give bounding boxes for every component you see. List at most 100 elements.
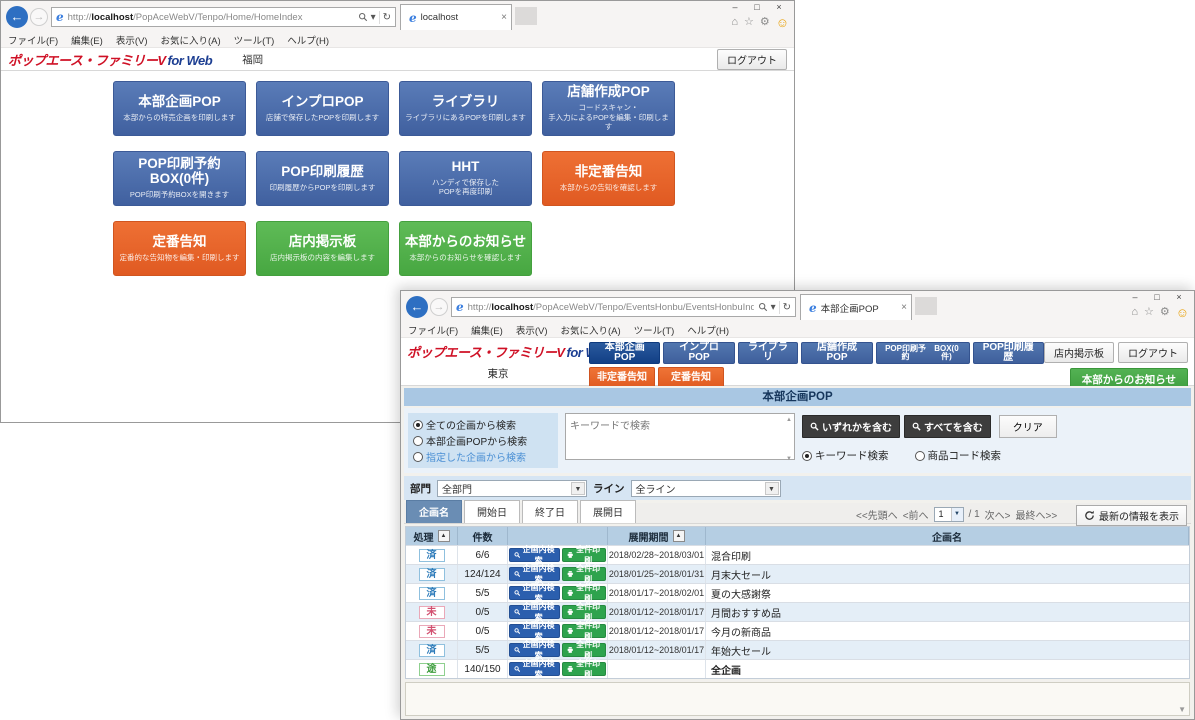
- print-all-button[interactable]: 全件印刷: [562, 605, 606, 619]
- radio-option[interactable]: 指定した企画から検索: [413, 449, 553, 464]
- radio-option[interactable]: 商品コード検索: [915, 448, 1002, 463]
- print-all-button[interactable]: 全件印刷: [562, 662, 606, 676]
- new-tab-button[interactable]: [515, 7, 537, 25]
- menu-item[interactable]: お気に入り(A): [560, 323, 620, 337]
- page-first-link[interactable]: <<先頭へ: [856, 507, 898, 522]
- nav-button[interactable]: POP印刷予約BOX(0件): [876, 342, 970, 364]
- forward-button[interactable]: →: [430, 298, 448, 316]
- store-board-button[interactable]: 店内掲示板: [1044, 342, 1114, 363]
- scroll-down-icon[interactable]: ▼: [1178, 705, 1186, 714]
- maximize-button[interactable]: □: [746, 1, 768, 14]
- page-prev-link[interactable]: <前へ: [903, 507, 929, 522]
- nav-button[interactable]: 店舗作成POP: [801, 342, 872, 364]
- status-badge[interactable]: 済: [419, 587, 445, 600]
- radio-option[interactable]: 本部企画POPから検索: [413, 433, 553, 448]
- menu-tile[interactable]: 店内掲示板店内掲示板の内容を編集します: [256, 221, 389, 276]
- line-select[interactable]: 全ライン▼: [631, 480, 781, 497]
- status-badge[interactable]: 済: [419, 549, 445, 562]
- new-tab-button[interactable]: [915, 297, 937, 315]
- favorites-star-icon[interactable]: ☆: [1144, 307, 1154, 318]
- menu-item[interactable]: ツール(T): [234, 33, 275, 47]
- sort-status-button[interactable]: ▲: [438, 530, 450, 542]
- sort-period-button[interactable]: ▲: [673, 530, 685, 542]
- search-in-event-button[interactable]: 企画内検索: [509, 548, 560, 562]
- nav-button[interactable]: インプロPOP: [663, 342, 734, 364]
- sort-tab[interactable]: 展開日: [580, 500, 636, 523]
- print-all-button[interactable]: 全件印刷: [562, 586, 606, 600]
- menu-tile[interactable]: POP印刷履歴印刷履歴からPOPを印刷します: [256, 151, 389, 206]
- clear-button[interactable]: クリア: [999, 415, 1057, 438]
- search-in-event-button[interactable]: 企画内検索: [509, 624, 560, 638]
- address-bar[interactable]: e http://localhost/PopAceWebV/Tenpo/Home…: [51, 7, 396, 27]
- print-all-button[interactable]: 全件印刷: [562, 624, 606, 638]
- menu-tile[interactable]: ライブラリライブラリにあるPOPを印刷します: [399, 81, 532, 136]
- print-all-button[interactable]: 全件印刷: [562, 548, 606, 562]
- menu-tile[interactable]: 非定番告知本部からの告知を確認します: [542, 151, 675, 206]
- browser-tab[interactable]: e 本部企画POP ×: [800, 294, 912, 320]
- page-last-link[interactable]: 最終へ>>: [1016, 507, 1058, 522]
- logout-button[interactable]: ログアウト: [1118, 342, 1188, 363]
- settings-gear-icon[interactable]: ⚙: [1160, 307, 1170, 318]
- forward-button[interactable]: →: [30, 8, 48, 26]
- menu-item[interactable]: ツール(T): [634, 323, 675, 337]
- menu-item[interactable]: ファイル(F): [408, 323, 458, 337]
- menu-item[interactable]: 編集(E): [471, 323, 503, 337]
- search-in-event-button[interactable]: 企画内検索: [509, 662, 560, 676]
- menu-item[interactable]: 編集(E): [71, 33, 103, 47]
- nav-button[interactable]: 本部企画POP: [589, 342, 660, 364]
- nav-button[interactable]: ライブラリ: [738, 342, 799, 364]
- status-badge[interactable]: 済: [419, 568, 445, 581]
- menu-item[interactable]: ヘルプ(H): [287, 33, 329, 47]
- minimize-button[interactable]: –: [1124, 291, 1146, 304]
- status-badge[interactable]: 途: [419, 663, 445, 676]
- tab-close-icon[interactable]: ×: [901, 302, 907, 313]
- refresh-icon[interactable]: ↻: [383, 12, 391, 23]
- settings-gear-icon[interactable]: ⚙: [760, 17, 770, 28]
- chevron-down-icon[interactable]: ▾: [371, 12, 376, 23]
- print-all-button[interactable]: 全件印刷: [562, 567, 606, 581]
- print-all-button[interactable]: 全件印刷: [562, 643, 606, 657]
- close-button[interactable]: ×: [1168, 291, 1190, 304]
- refresh-list-button[interactable]: 最新の情報を表示: [1076, 505, 1187, 526]
- back-button[interactable]: ←: [6, 6, 28, 28]
- page-select[interactable]: 1▼: [934, 507, 964, 522]
- nav-button[interactable]: POP印刷履歴: [973, 342, 1044, 364]
- menu-item[interactable]: 表示(V): [516, 323, 548, 337]
- sort-tab[interactable]: 終了日: [522, 500, 578, 523]
- feedback-smiley-icon[interactable]: ☺: [1176, 306, 1189, 319]
- back-button[interactable]: ←: [406, 296, 428, 318]
- chevron-down-icon[interactable]: ▾: [771, 302, 776, 313]
- search-in-event-button[interactable]: 企画内検索: [509, 567, 560, 581]
- sort-tab[interactable]: 企画名: [406, 500, 462, 523]
- minimize-button[interactable]: –: [724, 1, 746, 14]
- dept-select[interactable]: 全部門▼: [437, 480, 587, 497]
- page-next-link[interactable]: 次へ>: [985, 507, 1011, 522]
- feedback-smiley-icon[interactable]: ☺: [776, 16, 789, 29]
- search-in-event-button[interactable]: 企画内検索: [509, 605, 560, 619]
- menu-tile[interactable]: インプロPOP店舗で保存したPOPを印刷します: [256, 81, 389, 136]
- search-any-button[interactable]: いずれかを含む: [802, 415, 900, 438]
- menu-tile[interactable]: POP印刷予約BOX(0件)POP印刷予約BOXを開きます: [113, 151, 246, 206]
- menu-item[interactable]: ファイル(F): [8, 33, 58, 47]
- radio-option[interactable]: キーワード検索: [802, 448, 889, 463]
- status-badge[interactable]: 未: [419, 606, 445, 619]
- address-bar[interactable]: e http://localhost/PopAceWebV/Tenpo/Even…: [451, 297, 796, 317]
- status-badge[interactable]: 済: [419, 644, 445, 657]
- menu-tile[interactable]: 本部からのお知らせ本部からのお知らせを確認します: [399, 221, 532, 276]
- tab-close-icon[interactable]: ×: [501, 12, 507, 23]
- close-button[interactable]: ×: [768, 1, 790, 14]
- menu-tile[interactable]: 定番告知定番的な告知物を編集・印刷します: [113, 221, 246, 276]
- menu-tile[interactable]: HHTハンディで保存したPOPを再度印刷: [399, 151, 532, 206]
- home-icon[interactable]: ⌂: [1131, 307, 1138, 318]
- radio-option[interactable]: 全ての企画から検索: [413, 417, 553, 432]
- sort-tab[interactable]: 開始日: [464, 500, 520, 523]
- home-icon[interactable]: ⌂: [731, 17, 738, 28]
- menu-tile[interactable]: 本部企画POP本部からの特売企画を印刷します: [113, 81, 246, 136]
- favorites-star-icon[interactable]: ☆: [744, 17, 754, 28]
- search-in-event-button[interactable]: 企画内検索: [509, 643, 560, 657]
- refresh-icon[interactable]: ↻: [783, 302, 791, 313]
- menu-item[interactable]: 表示(V): [116, 33, 148, 47]
- search-icon[interactable]: [758, 302, 768, 312]
- menu-item[interactable]: お気に入り(A): [160, 33, 220, 47]
- browser-tab[interactable]: e localhost ×: [400, 4, 512, 30]
